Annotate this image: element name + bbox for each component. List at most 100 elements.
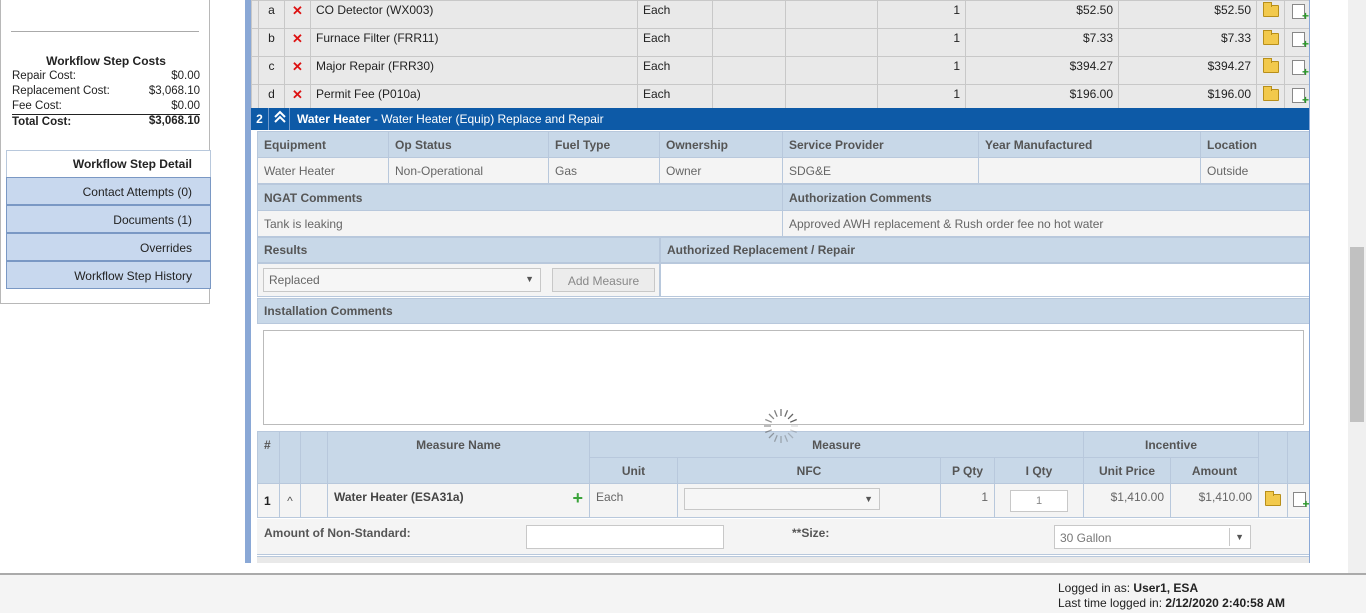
nfc-cell: ▼	[677, 483, 941, 518]
folder-icon-cell	[1258, 483, 1289, 518]
results-select[interactable]: Replaced ▼	[263, 268, 541, 292]
delete-icon[interactable]: ✕	[284, 56, 311, 85]
add-measure-button[interactable]: Add Measure	[552, 268, 655, 292]
logged-in-prefix: Logged in as:	[1058, 581, 1134, 595]
i-qty-input[interactable]: 1	[1010, 489, 1068, 512]
spinner-tick	[784, 434, 789, 442]
scrollbar-thumb[interactable]	[1350, 247, 1364, 422]
spinner-tick	[784, 410, 789, 418]
section-header: 2 Water Heater - Water Heater (Equip) Re…	[251, 108, 1309, 130]
equipment-value: Water Heater	[257, 157, 389, 184]
fuel-type-value: Gas	[548, 157, 660, 184]
year-manufactured-header: Year Manufactured	[978, 131, 1201, 158]
comments-grid: NGAT Comments Authorization Comments Tan…	[257, 184, 1309, 237]
item-unit: Each	[637, 28, 713, 57]
unit-price-header: Unit Price	[1083, 457, 1172, 484]
close-icon[interactable]: ✕	[292, 3, 303, 18]
sidebar-item-workflow-step-history[interactable]: Workflow Step History	[6, 261, 211, 289]
add-icon[interactable]: +	[572, 489, 583, 507]
section-number: 2	[251, 108, 269, 130]
spinner-tick	[773, 410, 778, 418]
close-icon[interactable]: ✕	[292, 59, 303, 74]
chevron-up-icon[interactable]: ^	[279, 483, 301, 518]
folder-icon[interactable]	[1262, 86, 1279, 101]
item-blank	[785, 28, 878, 57]
folder-icon[interactable]	[1262, 58, 1279, 73]
page-scrollbar[interactable]	[1348, 0, 1366, 573]
item-name: Major Repair (FRR30)	[310, 56, 638, 85]
close-icon[interactable]: ✕	[292, 31, 303, 46]
loading-spinner-icon	[764, 409, 798, 443]
measure-name: Water Heater (ESA31a)	[334, 490, 464, 504]
folder-icon[interactable]	[1265, 491, 1282, 506]
spinner-tick	[768, 413, 775, 420]
sidebar-item-documents[interactable]: Documents (1)	[6, 205, 211, 233]
total-value: $3,068.10	[148, 115, 200, 127]
col-blank-header	[279, 431, 301, 484]
incentive-group-header: Incentive	[1083, 431, 1260, 458]
delete-icon[interactable]: ✕	[284, 28, 311, 57]
close-icon[interactable]: ✕	[292, 87, 303, 102]
measure-p-qty: 1	[940, 483, 995, 518]
authorized-replacement-body	[660, 263, 1309, 297]
table-row: 1 ^ Water Heater (ESA31a) + Each ▼ 1 1 $…	[257, 483, 1309, 518]
logged-in-label: Logged in as: User1, ESA	[1058, 581, 1198, 595]
measure-name-header: Measure Name	[327, 431, 590, 484]
measure-row-number: 1	[257, 483, 280, 518]
add-file-icon[interactable]	[1292, 32, 1309, 50]
amount-header: Amount	[1170, 457, 1260, 484]
item-unit: Each	[637, 0, 713, 29]
ownership-header: Ownership	[659, 131, 783, 158]
section-title-bold: Water Heater	[297, 112, 371, 126]
nfc-select[interactable]: ▼	[684, 488, 880, 510]
size-select[interactable]: 30 Gallon ▼	[1054, 525, 1251, 549]
year-manufactured-value	[978, 157, 1201, 184]
non-standard-input[interactable]	[526, 525, 724, 549]
add-file-icon[interactable]	[1292, 88, 1309, 106]
row-blank	[300, 483, 328, 518]
last-login-label: Last time logged in: 2/12/2020 2:40:58 A…	[1058, 596, 1285, 610]
sidebar-item-contact-attempts[interactable]: Contact Attempts (0)	[6, 177, 211, 205]
unit-header: Unit	[589, 457, 678, 484]
non-standard-label: Amount of Non-Standard:	[264, 526, 411, 540]
add-file-icon[interactable]	[1292, 4, 1309, 22]
authorization-comments-header: Authorization Comments	[782, 184, 1309, 211]
spinner-tick	[789, 429, 797, 434]
item-qty: 1	[877, 28, 966, 57]
delete-icon[interactable]: ✕	[284, 0, 311, 29]
item-amount: $394.27	[1118, 56, 1257, 85]
logged-in-user: User1, ESA	[1133, 581, 1199, 595]
folder-icon[interactable]	[1262, 2, 1279, 17]
spinner-tick	[765, 418, 773, 423]
spinner-tick	[789, 418, 797, 423]
folder-icon-cell	[1256, 0, 1285, 29]
nfc-header: NFC	[677, 457, 941, 484]
ownership-value: Owner	[659, 157, 783, 184]
cost-label: Fee Cost:	[12, 100, 62, 112]
sidebar-item-overrides[interactable]: Overrides	[6, 233, 211, 261]
add-file-icon[interactable]	[1292, 492, 1309, 510]
fee-cost-row: Fee Cost: $0.00	[12, 100, 200, 112]
cost-value: $0.00	[171, 100, 200, 112]
last-login-prefix: Last time logged in:	[1058, 596, 1166, 610]
collapse-up-icon[interactable]	[270, 108, 290, 130]
add-file-icon[interactable]	[1292, 60, 1309, 78]
item-letter: b	[258, 28, 285, 57]
authorized-replacement-header: Authorized Replacement / Repair	[660, 237, 1309, 263]
table-row: a ✕ CO Detector (WX003) Each 1 $52.50 $52.50	[251, 0, 1309, 29]
cost-value: $0.00	[171, 70, 200, 82]
cost-value: $3,068.10	[148, 85, 200, 97]
col-number-header: #	[257, 431, 280, 484]
cost-label: Repair Cost:	[12, 70, 76, 82]
folder-icon[interactable]	[1262, 30, 1279, 45]
size-label: **Size:	[792, 526, 830, 540]
item-qty: 1	[877, 56, 966, 85]
cost-label: Replacement Cost:	[12, 85, 110, 97]
installation-comments-header: Installation Comments	[257, 298, 1309, 324]
tab-workflow-step-detail[interactable]: Workflow Step Detail	[6, 150, 211, 177]
costs-title: Workflow Step Costs	[46, 54, 166, 68]
item-letter: c	[258, 56, 285, 85]
size-selected-value: 30 Gallon	[1060, 531, 1112, 545]
results-selected-value: Replaced	[269, 273, 320, 287]
divider	[11, 31, 199, 32]
